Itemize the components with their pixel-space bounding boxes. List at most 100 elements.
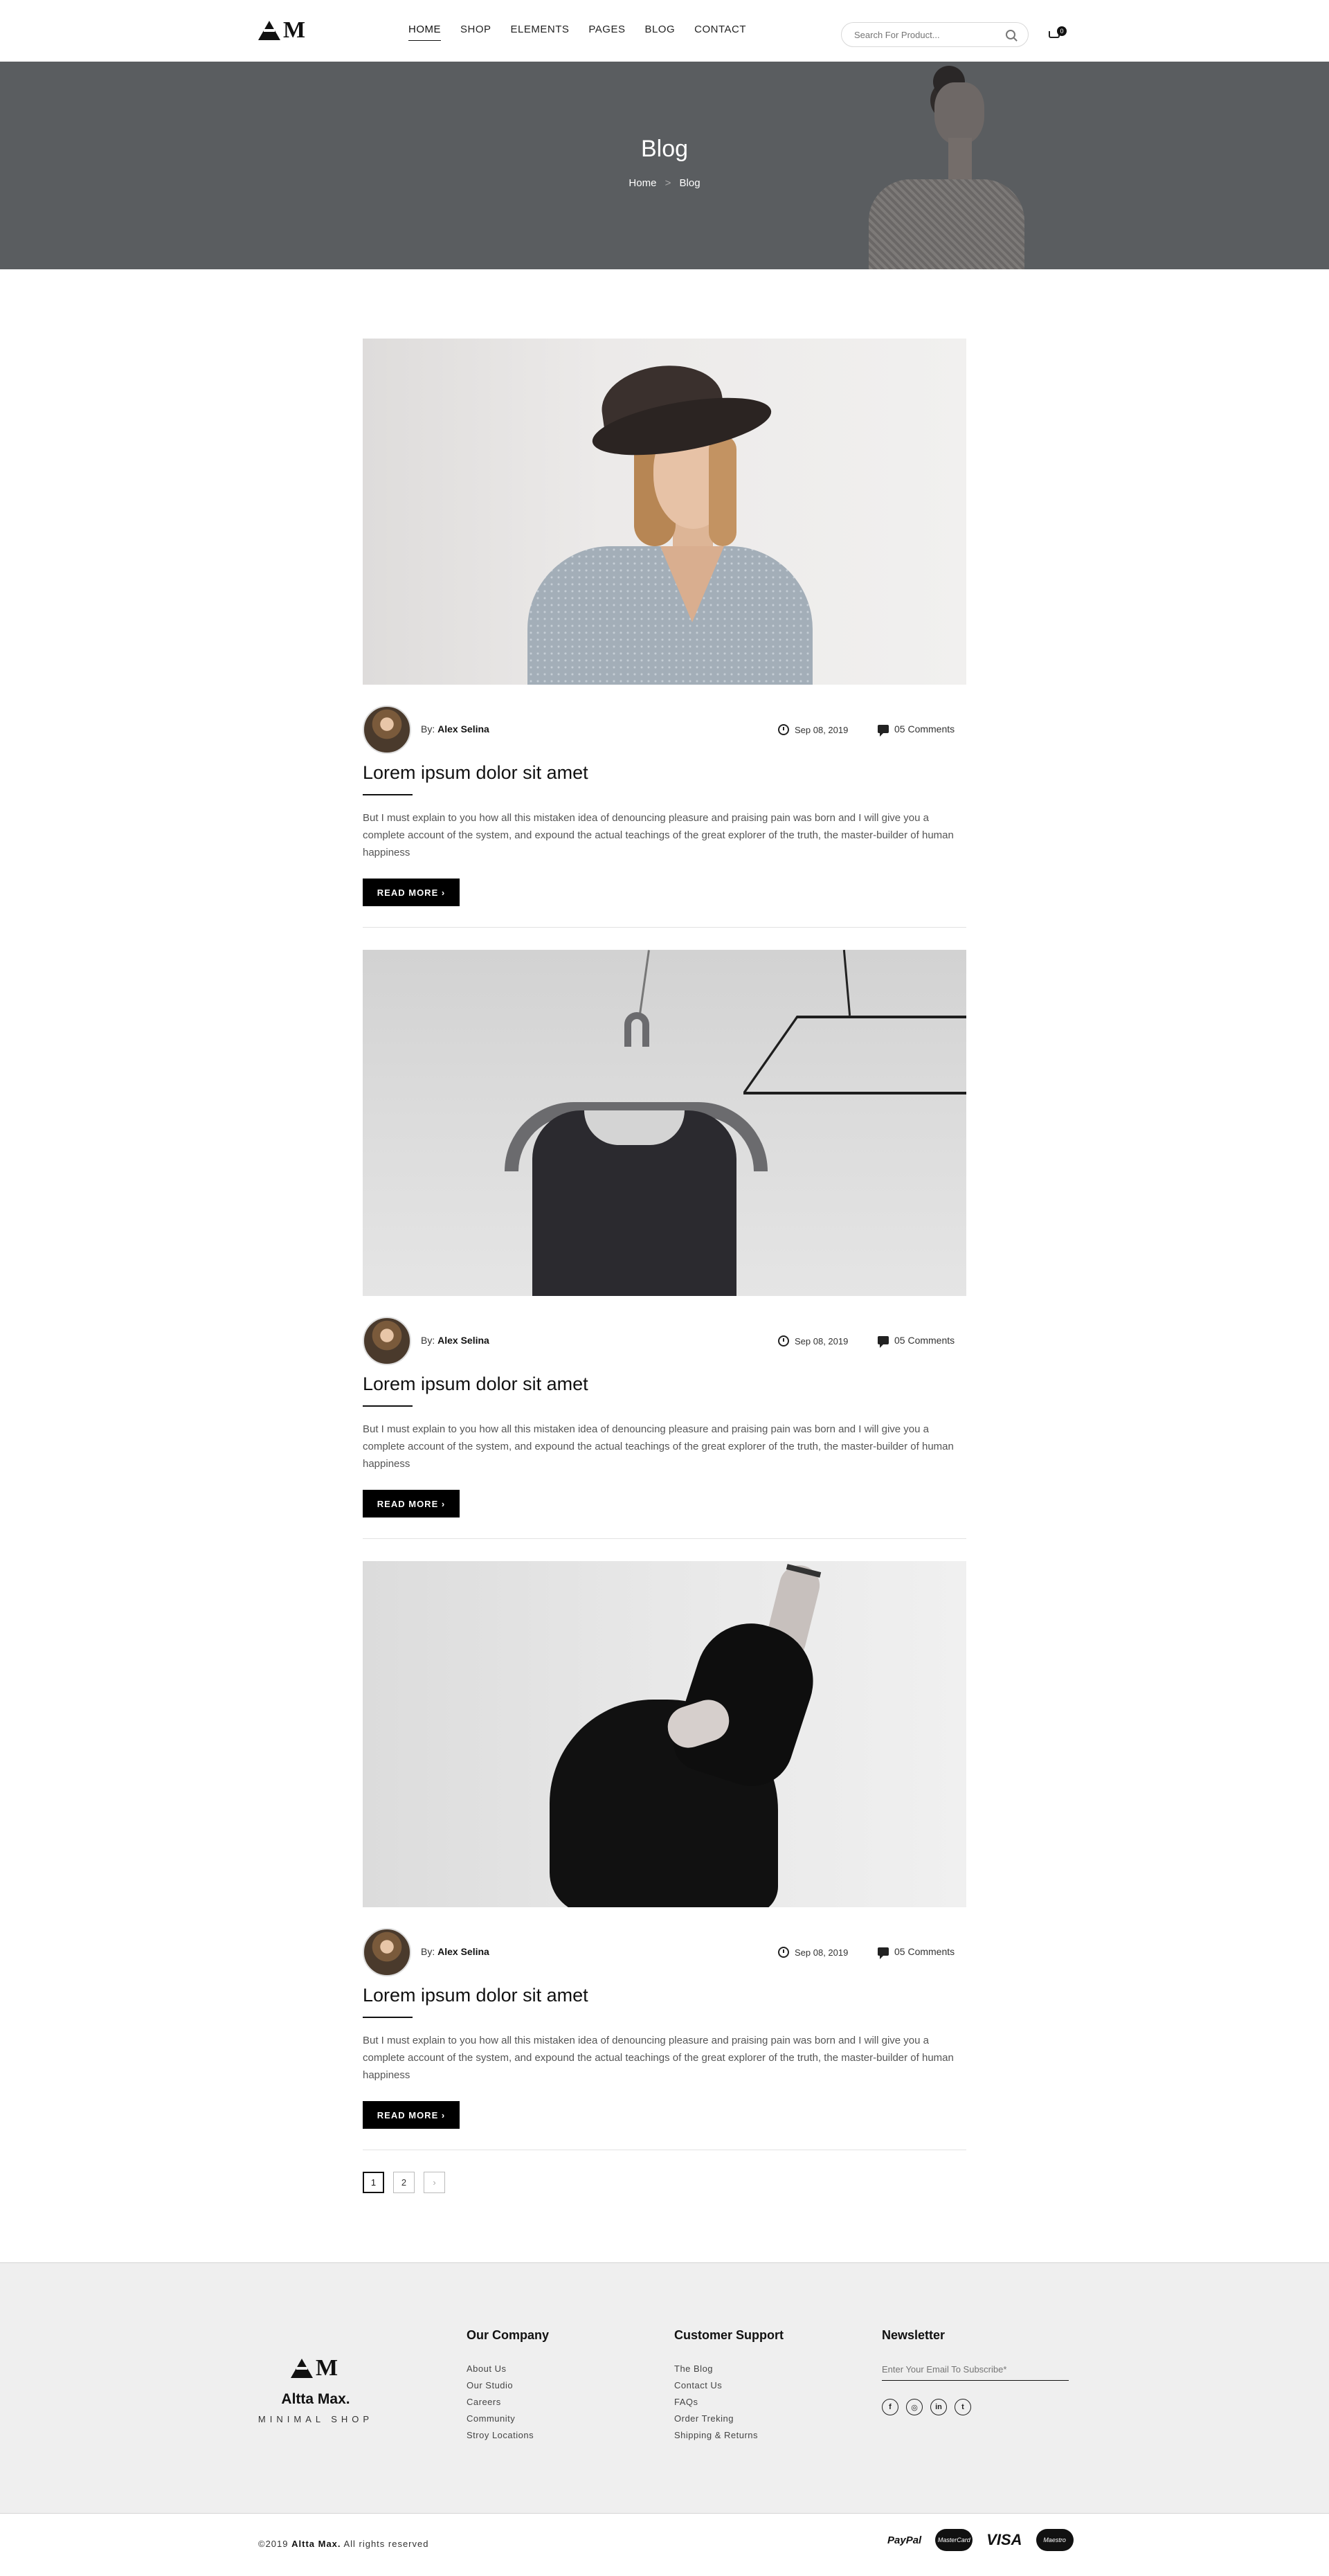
footer-logo[interactable]: M	[291, 2355, 338, 2381]
pagination: 1 2 ›	[363, 2172, 445, 2193]
clock-icon	[778, 1947, 789, 1958]
twitter-icon[interactable]: t	[955, 2399, 971, 2415]
author-avatar	[363, 705, 411, 754]
post-comments-text: 05 Comments	[894, 1335, 955, 1346]
mastercard-icon: MasterCard	[935, 2529, 973, 2551]
page-title: Blog	[640, 136, 689, 162]
post-author: By: Alex Selina	[421, 723, 489, 735]
author-avatar	[363, 1317, 411, 1365]
bottom-bar: ©2019 Altta Max. All rights reserved Pay…	[0, 2514, 1329, 2576]
post-image[interactable]	[363, 339, 966, 685]
cart-button[interactable]: 0	[1049, 26, 1067, 42]
footer-company-column: Our Company About Us Our Studio Careers …	[467, 2328, 549, 2447]
title-underline	[363, 794, 413, 795]
linkedin-icon[interactable]: in	[930, 2399, 947, 2415]
post-excerpt: But I must explain to you how all this m…	[363, 812, 954, 858]
nav-blog[interactable]: BLOG	[644, 24, 675, 35]
post-date-text: Sep 08, 2019	[795, 724, 849, 735]
post-comments-text: 05 Comments	[894, 1946, 955, 1957]
breadcrumb-home[interactable]: Home	[629, 177, 656, 189]
post-author: By: Alex Selina	[421, 1946, 489, 1957]
footer-link-shipping[interactable]: Shipping & Returns	[674, 2430, 784, 2440]
post-divider	[363, 927, 966, 928]
copyright: ©2019 Altta Max. All rights reserved	[258, 2539, 428, 2549]
author-prefix: By:	[421, 1946, 435, 1957]
visa-icon: VISA	[986, 2531, 1022, 2548]
footer-link-careers[interactable]: Careers	[467, 2397, 549, 2407]
footer-tagline: MINIMAL SHOP	[257, 2414, 374, 2424]
comment-icon	[878, 1947, 889, 1959]
nav-shop[interactable]: SHOP	[460, 24, 491, 35]
site-footer: M Altta Max. MINIMAL SHOP Our Company Ab…	[0, 2262, 1329, 2514]
read-more-button[interactable]: READ MORE ›	[363, 1490, 460, 1517]
footer-link-community[interactable]: Community	[467, 2413, 549, 2424]
next-page-button[interactable]: ›	[424, 2172, 445, 2193]
comment-icon	[878, 725, 889, 737]
post-date: Sep 08, 2019	[778, 1947, 848, 1958]
logo-triangle-icon	[291, 2359, 313, 2378]
nav-pages[interactable]: PAGES	[588, 24, 625, 35]
author-prefix: By:	[421, 1335, 435, 1346]
footer-brand-name: Altta Max.	[281, 2391, 350, 2407]
post-excerpt: But I must explain to you how all this m…	[363, 2035, 954, 2081]
post-title[interactable]: Lorem ipsum dolor sit amet	[363, 762, 588, 784]
post-meta: By: Alex Selina Sep 08, 2019 05 Comments	[363, 1317, 966, 1365]
read-more-button[interactable]: READ MORE ›	[363, 879, 460, 906]
site-logo[interactable]: M	[258, 18, 309, 43]
nav-contact[interactable]: CONTACT	[694, 24, 746, 35]
nav-elements[interactable]: ELEMENTS	[511, 24, 570, 35]
search-input[interactable]	[854, 29, 1006, 40]
author-name[interactable]: Alex Selina	[437, 1335, 489, 1346]
post-image[interactable]	[363, 950, 966, 1296]
cart-count-badge: 0	[1057, 26, 1067, 36]
facebook-icon[interactable]: f	[882, 2399, 898, 2415]
post-title[interactable]: Lorem ipsum dolor sit amet	[363, 1373, 588, 1395]
post-comments-text: 05 Comments	[894, 723, 955, 735]
instagram-icon[interactable]: ◎	[906, 2399, 923, 2415]
footer-link-studio[interactable]: Our Studio	[467, 2380, 549, 2390]
read-more-button[interactable]: READ MORE ›	[363, 2101, 460, 2129]
breadcrumb-separator: >	[664, 177, 671, 189]
page-1-button[interactable]: 1	[363, 2172, 384, 2193]
main-nav: HOME SHOP ELEMENTS PAGES BLOG CONTACT	[408, 24, 766, 41]
comment-icon	[878, 1336, 889, 1348]
search-icon[interactable]	[1006, 30, 1015, 39]
footer-link-contact[interactable]: Contact Us	[674, 2380, 784, 2390]
footer-link-blog[interactable]: The Blog	[674, 2363, 784, 2374]
newsletter-email-input[interactable]	[882, 2359, 1069, 2381]
title-underline	[363, 1405, 413, 1407]
post-divider	[363, 1538, 966, 1539]
post-date-text: Sep 08, 2019	[795, 1947, 849, 1958]
author-avatar	[363, 1928, 411, 1976]
author-name[interactable]: Alex Selina	[437, 723, 489, 735]
footer-newsletter-heading: Newsletter	[882, 2328, 946, 2342]
post-date: Sep 08, 2019	[778, 1335, 848, 1346]
nav-home[interactable]: HOME	[408, 24, 441, 41]
footer-link-order-tracking[interactable]: Order Treking	[674, 2413, 784, 2424]
post-comments[interactable]: 05 Comments	[878, 1946, 955, 1959]
clock-icon	[778, 724, 789, 735]
author-name[interactable]: Alex Selina	[437, 1946, 489, 1957]
footer-link-locations[interactable]: Stroy Locations	[467, 2430, 549, 2440]
post-image[interactable]	[363, 1561, 966, 1907]
post-comments[interactable]: 05 Comments	[878, 1335, 955, 1348]
footer-link-faqs[interactable]: FAQs	[674, 2397, 784, 2407]
page-2-button[interactable]: 2	[393, 2172, 415, 2193]
breadcrumb: Home > Blog	[0, 177, 1329, 189]
maestro-icon: Maestro	[1036, 2529, 1074, 2551]
footer-link-about[interactable]: About Us	[467, 2363, 549, 2374]
social-links: f ◎ in t	[882, 2399, 971, 2415]
author-prefix: By:	[421, 723, 435, 735]
footer-support-column: Customer Support The Blog Contact Us FAQ…	[674, 2328, 784, 2447]
post-author: By: Alex Selina	[421, 1335, 489, 1346]
payment-methods: PayPal MasterCard VISA Maestro	[887, 2529, 1074, 2551]
search-box	[841, 22, 1029, 47]
post-date-text: Sep 08, 2019	[795, 1335, 849, 1346]
post-comments[interactable]: 05 Comments	[878, 723, 955, 737]
logo-triangle-icon	[258, 21, 280, 40]
logo-letter: M	[283, 17, 306, 43]
paypal-icon: PayPal	[887, 2534, 922, 2546]
copyright-brand: Altta Max.	[291, 2539, 341, 2549]
title-underline	[363, 2017, 413, 2018]
post-title[interactable]: Lorem ipsum dolor sit amet	[363, 1985, 588, 2006]
